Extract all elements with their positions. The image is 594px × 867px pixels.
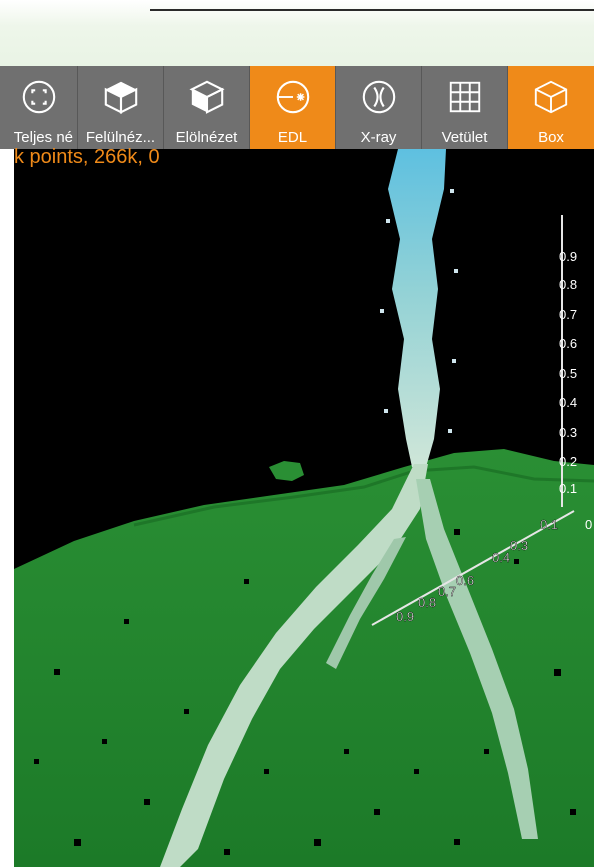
fullscreen-icon [22,80,55,114]
d-tick-0.9: 0.9 [396,609,414,624]
projection-label: Vetület [441,129,488,146]
v-tick-0.8: 0.8 [559,277,577,292]
v-tick-0.9: 0.9 [559,249,577,264]
terrain-surface [14,449,594,867]
top-view-cube-icon [104,81,137,114]
stream-upper [388,149,446,467]
v-tick-0.1: 0.1 [559,481,577,496]
top-view-button[interactable]: Felülnéz... [78,66,164,149]
xray-icon [362,80,395,114]
top-divider [150,9,594,11]
toolbar: Teljes né Felülnéz... Elölnézet EDL X-ra… [0,66,594,149]
v-tick-0.6: 0.6 [559,336,577,351]
point-cloud-viewport[interactable]: 0.9 0.8 0.7 0.6 0.5 0.4 0.3 0.2 0.1 0.1 … [14,149,594,867]
projection-button[interactable]: Vetület [422,66,508,149]
fullscreen-button[interactable]: Teljes né [0,66,78,149]
point-count-status: k points, 266k, 0 [14,146,160,168]
corner-label: 0 [585,517,592,532]
edl-button[interactable]: EDL [250,66,336,149]
top-view-label: Felülnéz... [85,129,156,146]
d-tick-0.6: 0.6 [456,573,474,588]
terrain-patch [269,461,304,481]
front-view-cube-icon [188,80,225,114]
xray-label: X-ray [360,129,397,146]
edl-light-icon [276,80,309,114]
v-tick-0.4: 0.4 [559,395,577,410]
d-tick-0.7: 0.7 [438,584,456,599]
vertical-axis-ticks: 0.9 0.8 0.7 0.6 0.5 0.4 0.3 0.2 0.1 [559,249,577,496]
box-cube-icon [534,80,568,114]
edl-label: EDL [277,129,308,146]
grid-projection-icon [449,81,480,113]
v-tick-0.7: 0.7 [559,307,577,322]
point-cloud-scene: 0.9 0.8 0.7 0.6 0.5 0.4 0.3 0.2 0.1 0.1 … [14,149,594,867]
v-tick-0.3: 0.3 [559,425,577,440]
front-view-label: Elölnézet [175,129,238,146]
v-tick-0.2: 0.2 [559,454,577,469]
xray-button[interactable]: X-ray [336,66,422,149]
top-strip [0,0,594,66]
d-tick-0.3: 0.3 [510,538,528,553]
box-label: Box [538,129,564,146]
fullscreen-label: Teljes né [13,129,73,146]
box-button[interactable]: Box [508,66,594,149]
front-view-button[interactable]: Elölnézet [164,66,250,149]
v-tick-0.5: 0.5 [559,366,577,381]
d-tick-0.4: 0.4 [492,550,510,565]
d-tick-0.8: 0.8 [418,595,436,610]
d-tick-0.1: 0.1 [540,517,558,532]
